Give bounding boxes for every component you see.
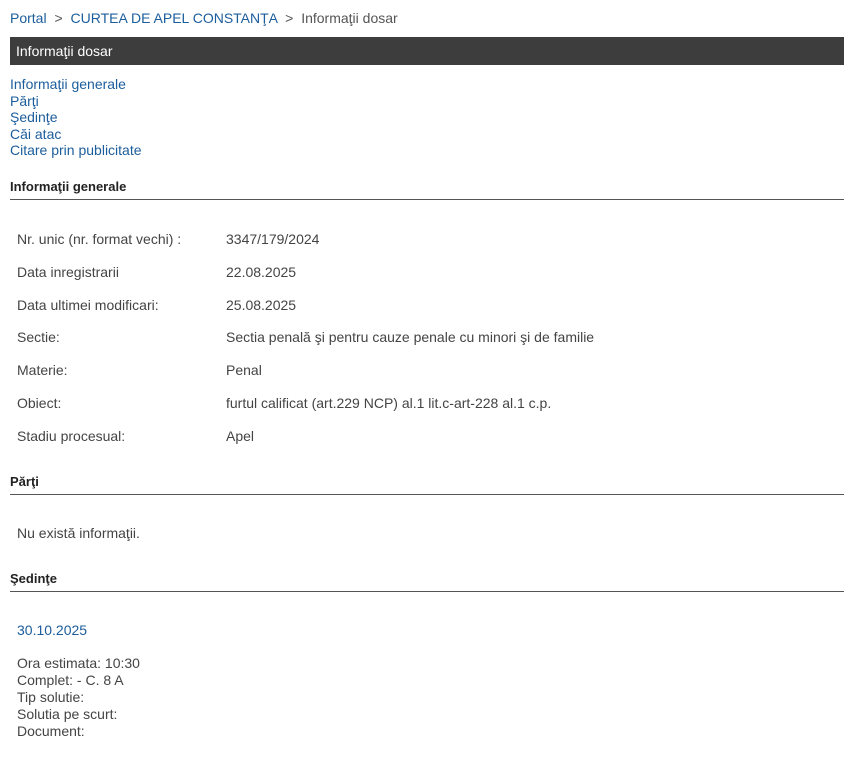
info-value: furtul calificat (art.229 NCP) al.1 lit.… [226, 394, 552, 411]
info-label: Materie: [17, 362, 68, 379]
info-label: Nr. unic (nr. format vechi) : [17, 231, 182, 247]
session-detail-tip-solutie: Tip solutie: [17, 689, 85, 705]
section-navigation: Informaţii generale Părţi Şedinţe Căi at… [10, 76, 142, 159]
info-value: Apel [226, 427, 255, 444]
info-label: Obiect: [17, 394, 62, 411]
session-detail-complet: Complet: - C. 8 A [17, 672, 124, 688]
section-heading-parti: Părţi [10, 474, 844, 495]
breadcrumb-separator: > [285, 10, 294, 26]
toc-link-cai-atac[interactable]: Căi atac [10, 126, 142, 143]
breadcrumb-court-link[interactable]: CURTEA DE APEL CONSTANŢA [71, 10, 278, 26]
section-heading-text: Şedinţe [10, 571, 57, 586]
info-value: 25.08.2025 [226, 296, 297, 313]
info-label: Data inregistrarii [17, 263, 119, 280]
info-value: Penal [226, 362, 262, 379]
page-title: Informaţii dosar [16, 43, 113, 59]
breadcrumb-portal-link[interactable]: Portal [10, 10, 47, 26]
info-value: 22.08.2025 [226, 263, 297, 280]
breadcrumb: Portal > CURTEA DE APEL CONSTANŢA > Info… [10, 10, 398, 26]
page-title-bar: Informaţii dosar [10, 37, 844, 65]
section-heading-text: Părţi [10, 474, 39, 489]
session-detail-solutia: Solutia pe scurt: [17, 706, 118, 722]
toc-link-sedinte[interactable]: Şedinţe [10, 109, 142, 126]
section-heading-sedinte: Şedinţe [10, 571, 844, 592]
info-label: Data ultimei modificari: [17, 296, 159, 313]
session-detail-ora: Ora estimata: 10:30 [17, 655, 140, 671]
info-value: Sectia penală şi pentru cauze penale cu … [226, 329, 595, 346]
breadcrumb-current: Informaţii dosar [301, 10, 398, 26]
session-detail-document: Document: [17, 723, 85, 739]
info-label: Stadiu procesual: [17, 427, 126, 444]
session-details: Ora estimata: 10:30 Complet: - C. 8 A Ti… [17, 655, 140, 740]
section-heading-text: Informaţii generale [10, 179, 127, 194]
section-heading-informatii-generale: Informaţii generale [10, 179, 844, 200]
parti-empty-message: Nu există informaţii. [17, 525, 140, 541]
info-label: Sectie: [17, 329, 60, 346]
info-value: 3347/179/2024 [226, 231, 320, 247]
toc-link-parti[interactable]: Părţi [10, 93, 142, 110]
breadcrumb-separator: > [54, 10, 63, 26]
session-date: 30.10.2025 [17, 622, 88, 638]
toc-link-citare-prin-publicitate[interactable]: Citare prin publicitate [10, 142, 142, 159]
toc-link-informatii-generale[interactable]: Informaţii generale [10, 76, 142, 93]
